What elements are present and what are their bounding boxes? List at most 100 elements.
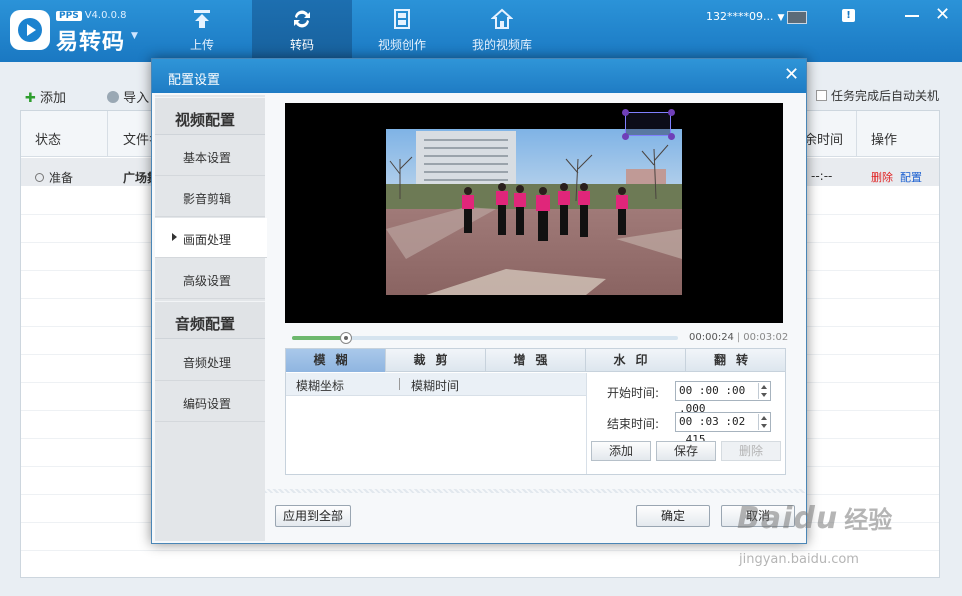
version-text: V4.0.0.8 bbox=[84, 10, 127, 21]
progress-fill bbox=[292, 336, 347, 340]
sidebar-item-label: 音频处理 bbox=[183, 356, 232, 370]
tab-blur[interactable]: 模糊 bbox=[286, 349, 386, 372]
end-time-input[interactable]: 00 :03 :02 .415 bbox=[675, 412, 771, 446]
watermark-cn: 经验 bbox=[844, 506, 893, 534]
status-icon bbox=[35, 173, 44, 182]
blur-list-header: 模糊坐标 模糊时间 bbox=[286, 373, 586, 396]
home-icon bbox=[491, 8, 513, 29]
user-account[interactable]: 132****09... ▼ bbox=[706, 10, 784, 23]
fx-add-button[interactable]: 添加 bbox=[591, 441, 651, 461]
nav-tab-my-library[interactable]: 我的视频库 bbox=[452, 0, 552, 62]
row-config-link[interactable]: 配置 bbox=[900, 169, 922, 185]
header-action: 操作 bbox=[871, 133, 898, 148]
user-name: 132****09... bbox=[706, 10, 774, 23]
plus-icon: ✚ bbox=[25, 91, 36, 106]
nav-tab-label: 上传 bbox=[189, 38, 214, 52]
fx-save-button[interactable]: 保存 bbox=[656, 441, 716, 461]
row-divider bbox=[21, 550, 939, 551]
group-label: 视频配置 bbox=[175, 111, 236, 129]
sidebar-item-basic[interactable]: 基本设置 bbox=[155, 136, 265, 176]
col-blur-coords: 模糊坐标 bbox=[296, 379, 345, 393]
dialog-title: 配置设置 bbox=[168, 73, 221, 88]
resize-handle[interactable] bbox=[622, 109, 629, 116]
current-time: 00:00:24 bbox=[689, 332, 734, 343]
sidebar-item-clip[interactable]: 影音剪辑 bbox=[155, 177, 265, 217]
message-icon[interactable]: ! bbox=[842, 9, 855, 22]
sidebar-item-advanced[interactable]: 高级设置 bbox=[155, 259, 265, 299]
convert-icon bbox=[294, 10, 310, 28]
header-divider bbox=[107, 111, 108, 157]
blur-selection-box[interactable] bbox=[625, 112, 671, 136]
chevron-down-icon[interactable]: ▼ bbox=[131, 31, 138, 41]
import-button[interactable]: 导入 bbox=[107, 87, 149, 106]
group-label: 音频配置 bbox=[175, 315, 236, 333]
status-text: 准备 bbox=[49, 171, 74, 185]
upload-icon bbox=[194, 10, 210, 28]
start-time-input[interactable]: 00 :00 :00 .000 bbox=[675, 381, 771, 415]
ok-button[interactable]: 确定 bbox=[636, 505, 710, 527]
disc-icon bbox=[107, 91, 119, 103]
footer-divider bbox=[265, 489, 805, 493]
spinner-icon[interactable] bbox=[758, 383, 769, 399]
add-button[interactable]: ✚ 添加 bbox=[25, 87, 66, 106]
sidebar-item-label: 影音剪辑 bbox=[183, 192, 232, 206]
sidebar-item-label: 画面处理 bbox=[183, 233, 232, 247]
tab-enhance[interactable]: 增强 bbox=[486, 349, 586, 372]
progress-knob[interactable] bbox=[340, 332, 353, 344]
minimize-icon[interactable] bbox=[905, 15, 919, 17]
row-status: 准备 bbox=[35, 169, 73, 186]
sidebar-item-picture[interactable]: 画面处理 bbox=[155, 218, 267, 258]
tab-flip[interactable]: 翻转 bbox=[686, 349, 786, 372]
nav-tab-video-create[interactable]: 视频创作 bbox=[352, 0, 452, 62]
fx-delete-button[interactable]: 删除 bbox=[721, 441, 781, 461]
resize-handle[interactable] bbox=[668, 109, 675, 116]
auto-shutdown-checkbox[interactable]: 任务完成后自动关机 bbox=[816, 87, 939, 104]
caret-right-icon bbox=[172, 233, 177, 241]
chevron-down-icon: ▼ bbox=[777, 13, 785, 23]
app-logo bbox=[10, 10, 50, 50]
auto-shutdown-label: 任务完成后自动关机 bbox=[831, 89, 940, 103]
row-delete-link[interactable]: 删除 bbox=[871, 169, 893, 185]
nav-tab-upload[interactable]: 上传 bbox=[152, 0, 252, 62]
nav-tab-convert[interactable]: 转码 bbox=[252, 0, 352, 62]
spinner-icon[interactable] bbox=[758, 414, 769, 430]
watermark-brand: Baidu bbox=[737, 501, 839, 536]
column-divider bbox=[399, 378, 400, 390]
import-label: 导入 bbox=[123, 91, 150, 106]
start-time-value: 00 :00 :00 .000 bbox=[679, 384, 746, 415]
resize-handle[interactable] bbox=[622, 133, 629, 140]
dialog-title-bar[interactable]: 配置设置 ✕ bbox=[152, 59, 806, 93]
tab-crop[interactable]: 裁剪 bbox=[386, 349, 486, 372]
sidebar-group-video: 视频配置 bbox=[155, 97, 265, 135]
nav-tab-label: 视频创作 bbox=[377, 38, 426, 52]
close-icon[interactable]: ✕ bbox=[935, 4, 950, 25]
tab-watermark[interactable]: 水印 bbox=[586, 349, 686, 372]
checkbox-icon bbox=[816, 90, 827, 101]
timecode: 00:00:24 | 00:03:02 bbox=[689, 332, 788, 343]
video-frame bbox=[386, 129, 682, 295]
config-sidebar: 视频配置 基本设置 影音剪辑 画面处理 高级设置 音频配置 音频处理 编码设置 bbox=[155, 95, 267, 541]
sidebar-item-label: 高级设置 bbox=[183, 274, 232, 288]
header-divider bbox=[856, 111, 857, 157]
sidebar-item-encode[interactable]: 编码设置 bbox=[155, 382, 265, 422]
resize-handle[interactable] bbox=[668, 133, 675, 140]
time-separator: | bbox=[736, 332, 741, 343]
close-icon[interactable]: ✕ bbox=[784, 64, 799, 85]
pps-badge: PPS bbox=[56, 11, 82, 21]
avatar[interactable] bbox=[787, 11, 807, 24]
title-bar: PPS V4.0.0.8 易转码 ▼ 上传 转码 视频创作 我的视频库 132**… bbox=[0, 0, 962, 62]
total-time: 00:03:02 bbox=[743, 332, 789, 343]
video-preview[interactable] bbox=[285, 103, 783, 323]
add-label: 添加 bbox=[40, 91, 67, 106]
sidebar-group-audio: 音频配置 bbox=[155, 301, 265, 339]
app-name: 易转码 bbox=[56, 30, 126, 55]
video-still-image bbox=[386, 129, 682, 295]
sidebar-item-label: 基本设置 bbox=[183, 151, 232, 165]
baidu-watermark: Baidu 经验 jingyan.baidu.com bbox=[737, 500, 893, 567]
sidebar-item-audio[interactable]: 音频处理 bbox=[155, 341, 265, 381]
video-progress-bar[interactable] bbox=[292, 332, 678, 344]
apply-all-button[interactable]: 应用到全部 bbox=[275, 505, 351, 527]
watermark-url: jingyan.baidu.com bbox=[739, 552, 859, 567]
effects-panel: 模糊 裁剪 增强 水印 翻转 模糊坐标 模糊时间 开始时间: 00 :00 :0… bbox=[285, 348, 786, 475]
play-icon bbox=[18, 18, 42, 42]
